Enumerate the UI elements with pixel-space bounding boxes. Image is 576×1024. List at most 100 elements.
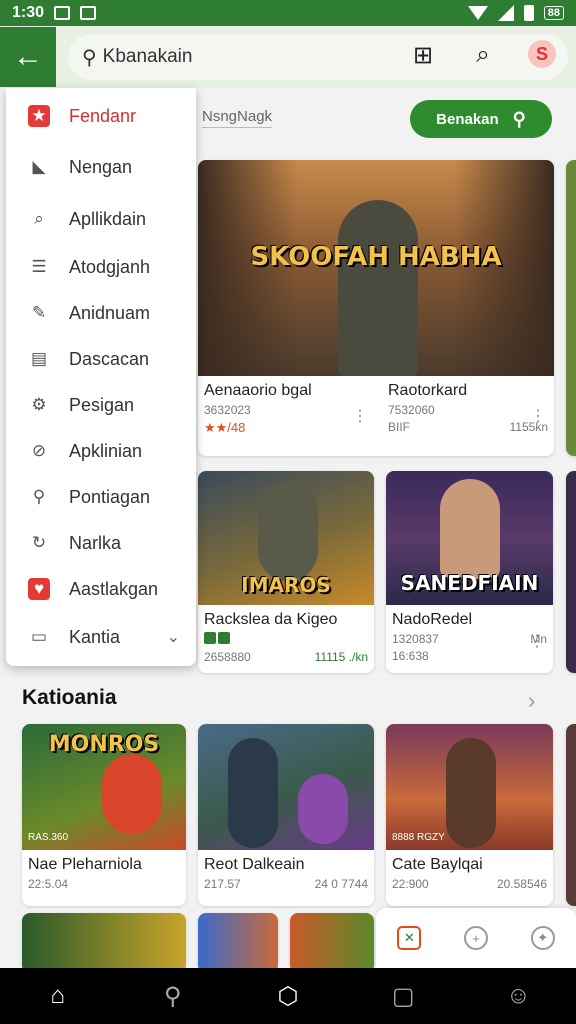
heart-badge-icon: ♥ [28, 578, 50, 600]
featured-art-title: SKOOFAH HABHA [250, 242, 502, 272]
grid-icon[interactable]: ⊞ [408, 40, 438, 70]
status-badge: 88 [543, 6, 564, 20]
filter-row: NsngNagk Benakan ⚲ [198, 96, 576, 144]
battery-icon [523, 5, 534, 21]
game-title: Rackslea da Kigeo [204, 611, 338, 628]
game-card[interactable]: MONROS RAS.360 Nae Pleharniola 22:5.04 [22, 724, 186, 906]
game-art: MONROS RAS.360 [22, 724, 186, 850]
card-peek [566, 724, 576, 906]
more-icon[interactable]: ⋮ [352, 406, 368, 426]
drawer-item[interactable]: ☰ Atodgjanh [6, 246, 196, 288]
drawer-item[interactable]: ◣ Nengan [6, 146, 196, 188]
drawer-item-label: Pontiagan [69, 486, 151, 507]
folder-icon: ▭ [30, 627, 48, 646]
featured-title: Aenaaorio bgal [204, 382, 312, 399]
drawer-item-label: Atodgjanh [69, 256, 151, 277]
game-card[interactable]: Reot Dalkeain 217.57 24 0 7744 [198, 724, 374, 906]
more-icon[interactable]: ⋮ [530, 406, 546, 426]
drawer-item-label: Kantia [69, 626, 121, 647]
game-card[interactable]: IMAROS Rackslea da Kigeo 2658880 11115 ./… [198, 471, 374, 673]
chevron-right-icon[interactable]: › [528, 688, 535, 714]
home-icon[interactable]: ⌂ [38, 976, 78, 1016]
more-icon[interactable]: ⋮ [529, 631, 545, 651]
game-value: 20.58546 [496, 877, 547, 891]
mark-icon[interactable]: ✕ [397, 926, 422, 950]
drawer-item-label: Nengan [69, 156, 133, 177]
profile-icon[interactable]: ☺ [498, 976, 538, 1016]
filter-input[interactable]: NsngNagk [202, 108, 273, 128]
drawer-item-label: Apklinian [69, 440, 143, 461]
drawer-item-label: Pesigan [69, 394, 135, 415]
featured-card[interactable]: SKOOFAH HABHA Aenaaorio bgal 3632023 ★★/… [198, 160, 554, 456]
card-peek [566, 471, 576, 673]
settings-icon: ⚙ [31, 395, 47, 414]
featured-art: SKOOFAH HABHA [198, 160, 554, 376]
drawer-item[interactable]: ▭ Kantia ⌄ [6, 616, 196, 658]
back-button[interactable]: ← [0, 27, 56, 87]
game-art: 8888 RGZY [386, 724, 553, 850]
featured-title: Raotorkard [388, 382, 468, 399]
square-icon[interactable]: ▢ [383, 976, 423, 1016]
drawer-item-label: Narlka [69, 532, 122, 553]
game-art: SANEDFIAIN [386, 471, 553, 605]
game-art: IMAROS [198, 471, 374, 605]
document-icon: ▤ [30, 349, 48, 368]
game-value: 11115 ./kn [314, 650, 368, 664]
rating-stars: ★★/48 [204, 420, 246, 435]
game-sub: 22:900 [392, 877, 429, 891]
drawer-item[interactable]: ⊘ Apklinian [6, 430, 196, 472]
signal-icon [497, 5, 514, 21]
game-sub: 217.57 [204, 877, 241, 891]
game-card[interactable] [22, 913, 186, 973]
drawer-item[interactable]: ⌕ Apllikdain [6, 198, 196, 240]
star-badge-icon: ★ [28, 105, 50, 127]
chevron-down-icon[interactable]: ⌄ [167, 627, 180, 647]
filter-button[interactable]: Benakan ⚲ [410, 100, 552, 138]
game-art-title: MONROS [48, 732, 160, 757]
drawer-item[interactable]: ★ Fendanr [6, 95, 196, 137]
game-caption: 8888 RGZY [392, 832, 445, 843]
search-icon[interactable]: ⚲ [153, 976, 193, 1016]
filter-button-label: Benakan [436, 110, 499, 128]
drawer-item-label: Fendanr [69, 105, 137, 126]
game-sub: 2658880 [204, 650, 251, 664]
game-title: NadoRedel [392, 611, 473, 628]
add-icon[interactable]: + [463, 926, 488, 950]
bottom-tray: ✕ + ✦ [376, 908, 576, 968]
drawer-item-label: Anidnuam [69, 302, 151, 323]
arrow-left-icon: ← [13, 40, 43, 73]
game-card[interactable]: 8888 RGZY Cate Baylqai 22:900 20.58546 [386, 724, 553, 906]
game-meta: 16:638 [392, 649, 429, 663]
brush-icon: ✎ [31, 303, 47, 322]
status-time: 1:30 [12, 4, 45, 21]
card-peek [566, 160, 576, 456]
drawer-item-label: Apllikdain [69, 208, 147, 229]
game-card[interactable] [198, 913, 278, 973]
game-art [198, 724, 374, 850]
game-card[interactable] [290, 913, 374, 973]
compass-icon[interactable]: ✦ [530, 926, 555, 950]
drawer-item[interactable]: ✎ Anidnuam [6, 292, 196, 334]
drawer-item[interactable]: ⚙ Pesigan [6, 384, 196, 426]
game-art-title: IMAROS [241, 573, 331, 597]
drawer-item[interactable]: ⚲ Pontiagan [6, 476, 196, 518]
drawer-item[interactable]: ♥ Aastlakgan [6, 568, 196, 610]
game-title: Nae Pleharniola [28, 856, 142, 873]
bottom-nav: ⌂ ⚲ ⬡ ▢ ☺ [0, 968, 576, 1024]
search-text: Kbanakain [102, 46, 193, 67]
status-bar: 1:30 88 [0, 0, 576, 26]
avatar[interactable]: S [528, 40, 556, 68]
game-caption: RAS.360 [28, 832, 69, 843]
drawer-item-label: Aastlakgan [69, 578, 159, 599]
drawer-item[interactable]: ▤ Dascacan [6, 338, 196, 380]
app-bar: ← ⚲ Kbanakain ⊞ ⌕ S [0, 26, 576, 88]
search-icon: ⚲ [512, 108, 526, 129]
drawer-item[interactable]: ↻ Narlka [6, 522, 196, 564]
game-title: Reot Dalkeain [204, 856, 305, 873]
search-icon[interactable]: ⌕ [468, 40, 498, 70]
game-card[interactable]: SANEDFIAIN NadoRedel 1320837 Mn 16:638 ⋮ [386, 471, 553, 673]
center-icon[interactable]: ⬡ [268, 976, 308, 1016]
featured-sub: 7532060 [388, 403, 435, 417]
notification-icon [54, 6, 71, 20]
game-sub: 1320837 [392, 632, 439, 646]
